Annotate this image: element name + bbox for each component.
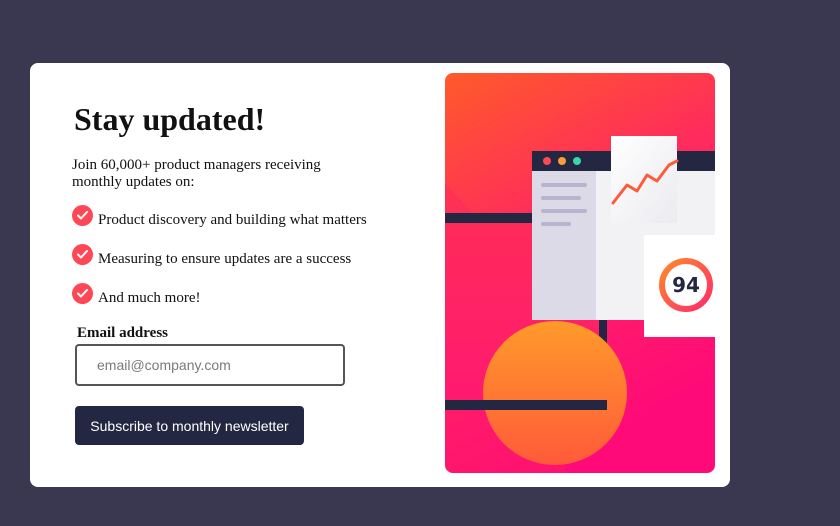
page-title: Stay updated! bbox=[74, 101, 266, 137]
email-field[interactable] bbox=[75, 344, 345, 386]
signup-card: Stay updated! Join 60,000+ product manag… bbox=[30, 63, 730, 487]
benefit-text: Measuring to ensure updates are a succes… bbox=[98, 251, 352, 267]
hero-illustration: 94 bbox=[445, 73, 715, 473]
check-icon bbox=[72, 244, 93, 265]
benefit-text: Product discovery and building what matt… bbox=[98, 212, 367, 228]
email-label: Email address bbox=[77, 325, 168, 341]
benefit-text: And much more! bbox=[98, 290, 201, 306]
score-value: 94 bbox=[672, 273, 700, 297]
check-icon bbox=[72, 283, 93, 304]
check-icon bbox=[72, 205, 93, 226]
intro-text: Join 60,000+ product managers receiving … bbox=[72, 157, 321, 190]
subscribe-button[interactable]: Subscribe to monthly newsletter bbox=[75, 406, 304, 445]
